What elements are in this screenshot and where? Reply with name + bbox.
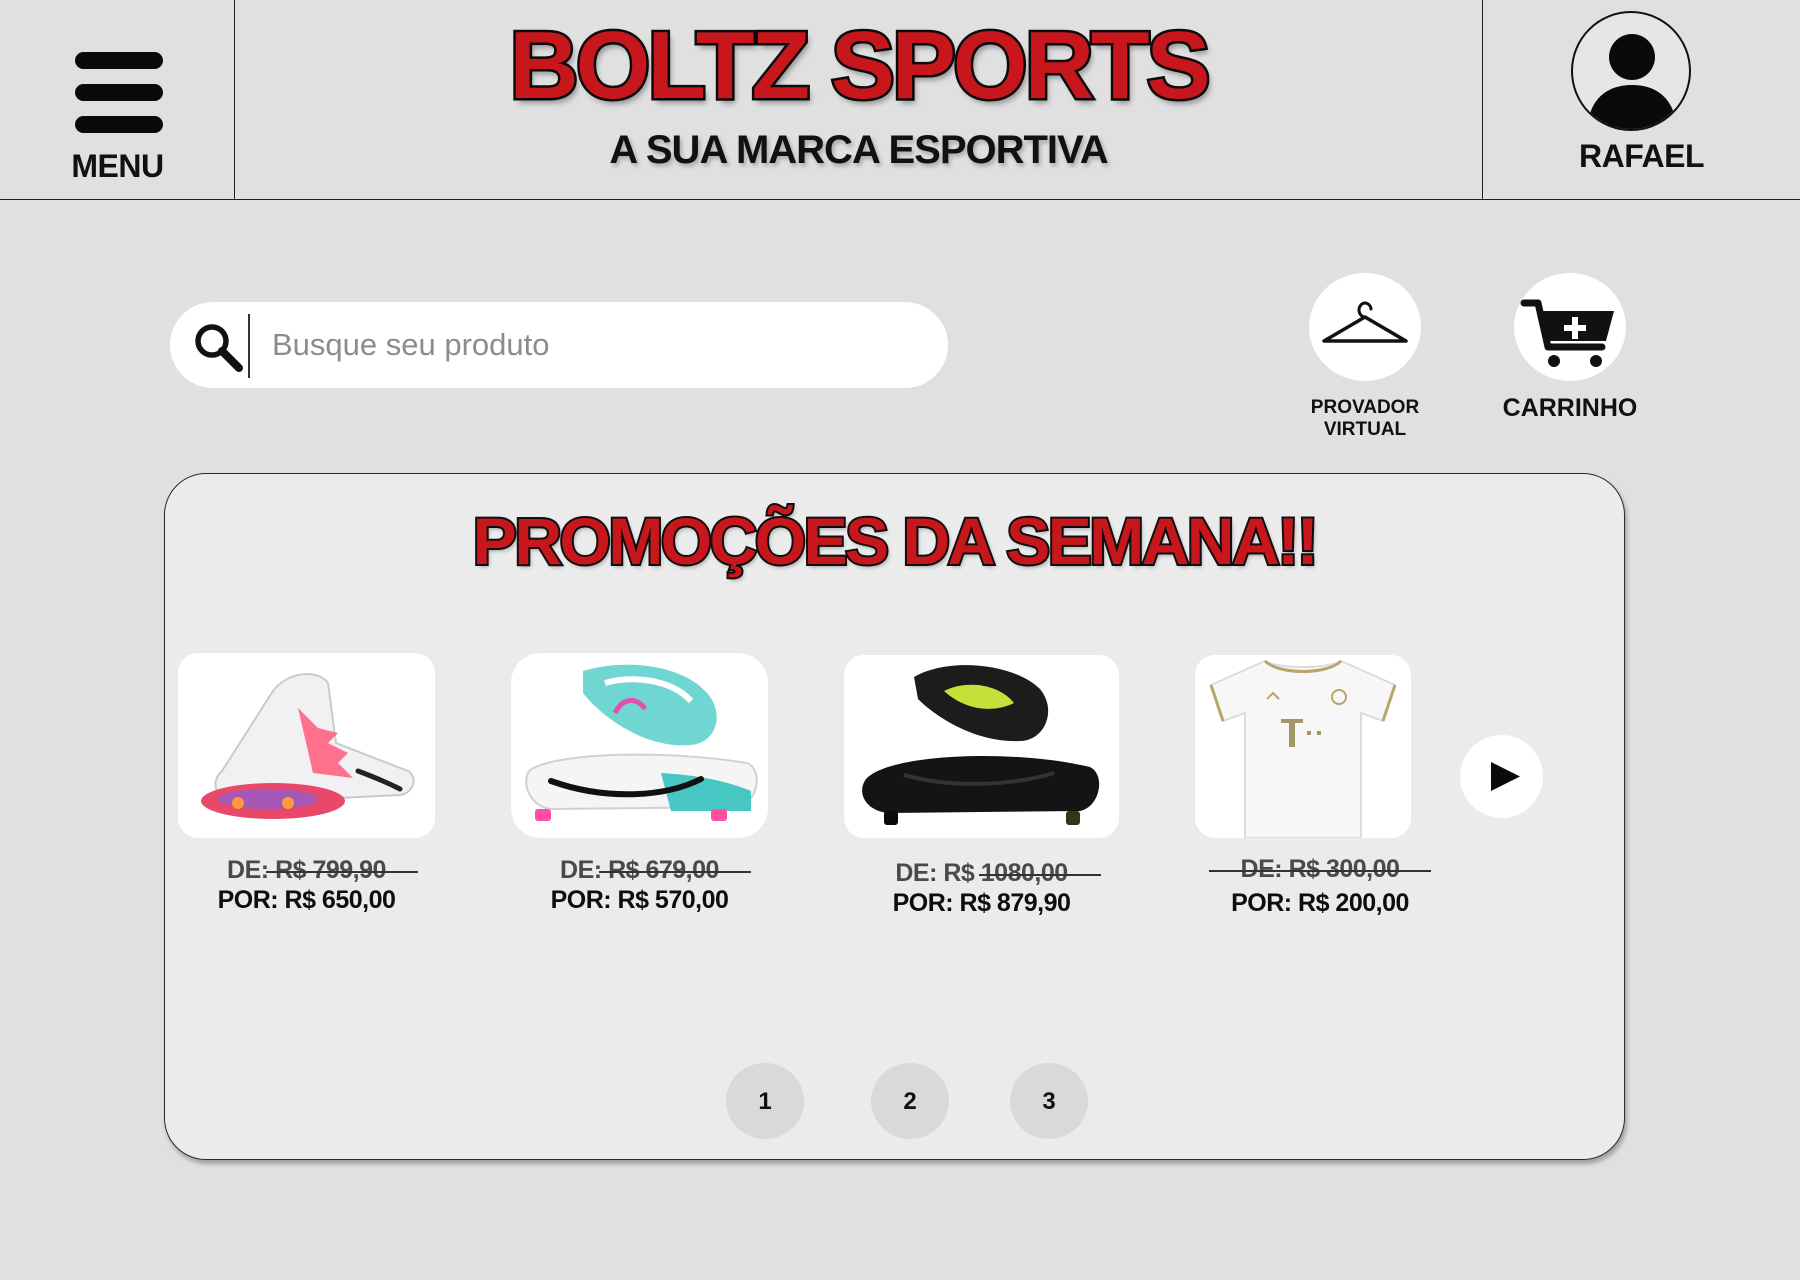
add-to-cart-icon <box>1514 273 1626 381</box>
old-price: DE: R$ 799,90 <box>178 856 435 885</box>
white-football-jersey-image[interactable] <box>1195 655 1411 838</box>
brand: BOLTZ SPORTS A SUA MARCA ESPORTIVA <box>235 0 1482 200</box>
top-header: MENU BOLTZ SPORTS A SUA MARCA ESPORTIVA … <box>0 0 1800 200</box>
virtual-fitting-label: PROVADOR VIRTUAL <box>1310 397 1420 440</box>
user-profile-button[interactable]: RAFAEL <box>1482 0 1800 200</box>
new-price: POR: R$ 879,90 <box>892 889 1071 917</box>
old-price: DE: R$ 1080,00 <box>844 859 1119 888</box>
black-football-boot-image[interactable] <box>844 655 1119 838</box>
play-arrow-icon <box>1491 762 1520 791</box>
brand-title: BOLTZ SPORTS <box>507 12 1213 119</box>
new-price: POR: R$ 570,00 <box>550 886 729 914</box>
brand-subtitle: A SUA MARCA ESPORTIVA <box>609 128 1108 172</box>
white-pink-football-boot-image[interactable] <box>178 653 435 838</box>
page-button-2[interactable]: 2 <box>871 1063 949 1139</box>
search-icon[interactable] <box>192 321 244 373</box>
cart-button[interactable]: CARRINHO <box>1490 273 1650 423</box>
search-bar <box>170 302 948 388</box>
search-input[interactable] <box>272 302 922 388</box>
user-name: RAFAEL <box>1579 138 1705 174</box>
menu-button[interactable]: MENU <box>0 0 235 200</box>
new-price: POR: R$ 200,00 <box>1231 889 1409 917</box>
avatar-icon <box>1571 11 1691 131</box>
promo-title: PROMOÇÕES DA SEMANA!! <box>471 504 1321 578</box>
new-price: POR: R$ 650,00 <box>217 886 396 914</box>
virtual-fitting-button[interactable]: PROVADOR VIRTUAL <box>1290 273 1440 441</box>
menu-label: MENU <box>71 148 164 184</box>
page-button-3[interactable]: 3 <box>1010 1063 1088 1139</box>
carousel-next-button[interactable] <box>1460 735 1543 818</box>
cart-label: CARRINHO <box>1502 394 1638 422</box>
page-button-1[interactable]: 1 <box>726 1063 804 1139</box>
hamburger-icon <box>75 52 163 134</box>
old-price: DE: R$ 679,00 <box>511 856 768 885</box>
search-divider <box>248 314 250 378</box>
old-price: DE: R$ 300,00 <box>1195 855 1445 884</box>
white-teal-football-boot-image[interactable] <box>511 653 768 838</box>
hanger-icon <box>1309 273 1421 381</box>
